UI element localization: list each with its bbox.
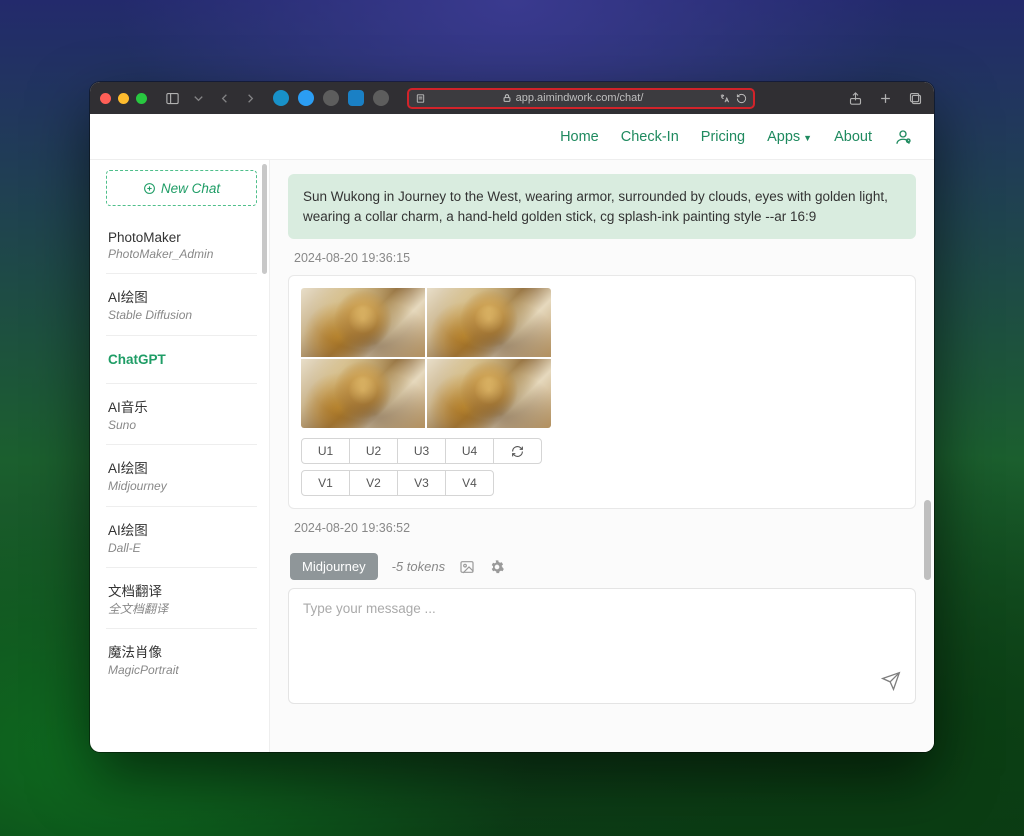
sidebar-item-title: 魔法肖像: [108, 641, 255, 661]
image-icon[interactable]: [459, 559, 475, 575]
app-navbar: Home Check-In Pricing Apps ▼ About: [90, 114, 934, 160]
sidebar-item-subtitle: Suno: [108, 418, 255, 432]
nav-apps[interactable]: Apps ▼: [767, 129, 812, 145]
share-icon[interactable]: [846, 89, 864, 107]
token-cost: -5 tokens: [392, 559, 445, 574]
sidebar-item-title: PhotoMaker: [108, 230, 255, 245]
app-body: New Chat PhotoMaker PhotoMaker_Admin AI绘…: [90, 160, 934, 752]
sidebar-item-subtitle: Stable Diffusion: [108, 308, 255, 322]
u3-button[interactable]: U3: [397, 438, 446, 464]
user-settings-icon[interactable]: [894, 128, 912, 146]
caret-down-icon: ▼: [803, 133, 812, 143]
browser-window: app.aimindwork.com/chat/ Home Check-: [90, 82, 934, 752]
sidebar-item-title: ChatGPT: [108, 352, 255, 367]
sidebar-item-title: AI绘图: [108, 286, 255, 306]
new-chat-button[interactable]: New Chat: [106, 170, 257, 206]
maximize-window-button[interactable]: [136, 93, 147, 104]
u2-button[interactable]: U2: [349, 438, 398, 464]
address-bar[interactable]: app.aimindwork.com/chat/: [407, 88, 755, 109]
sidebar-item-doc-translate[interactable]: 文档翻译 全文档翻译: [106, 568, 257, 629]
sidebar-item-suno[interactable]: AI音乐 Suno: [106, 384, 257, 445]
sidebar-item-photomaker[interactable]: PhotoMaker PhotoMaker_Admin: [106, 218, 257, 274]
v3-button[interactable]: V3: [397, 470, 446, 496]
sidebar-toggle-icon[interactable]: [163, 89, 181, 107]
sidebar-item-title: AI音乐: [108, 396, 255, 416]
back-button[interactable]: [215, 89, 233, 107]
generated-image-1[interactable]: [301, 288, 425, 357]
forward-button[interactable]: [241, 89, 259, 107]
v2-button[interactable]: V2: [349, 470, 398, 496]
u1-button[interactable]: U1: [301, 438, 350, 464]
user-prompt-text: Sun Wukong in Journey to the West, weari…: [303, 189, 888, 224]
sidebar-item-subtitle: Midjourney: [108, 479, 255, 493]
timestamp: 2024-08-20 19:36:52: [294, 521, 916, 535]
composer-meta: Midjourney -5 tokens: [288, 549, 916, 584]
v1-button[interactable]: V1: [301, 470, 350, 496]
sidebar: New Chat PhotoMaker PhotoMaker_Admin AI绘…: [90, 160, 270, 752]
nav-checkin[interactable]: Check-In: [621, 129, 679, 145]
close-window-button[interactable]: [100, 93, 111, 104]
translate-icon[interactable]: [719, 93, 730, 104]
sidebar-item-subtitle: MagicPortrait: [108, 663, 255, 677]
tab-favicon[interactable]: [273, 90, 289, 106]
variation-row: V1 V2 V3 V4: [301, 470, 903, 496]
generation-result-card: U1 U2 U3 U4 V1 V2 V3 V4: [288, 275, 916, 509]
reroll-button[interactable]: [493, 438, 542, 464]
sidebar-item-sd[interactable]: AI绘图 Stable Diffusion: [106, 274, 257, 335]
new-chat-label: New Chat: [161, 181, 220, 196]
plus-circle-icon: [143, 182, 156, 195]
generated-image-grid[interactable]: [301, 288, 551, 428]
sidebar-item-subtitle: Dall-E: [108, 541, 255, 555]
sidebar-item-midjourney[interactable]: AI绘图 Midjourney: [106, 445, 257, 506]
sidebar-item-dalle[interactable]: AI绘图 Dall-E: [106, 507, 257, 568]
tabs-overview-icon[interactable]: [906, 89, 924, 107]
chevron-down-icon[interactable]: [189, 89, 207, 107]
nav-home[interactable]: Home: [560, 129, 599, 145]
send-icon[interactable]: [881, 671, 901, 691]
reader-icon: [415, 93, 426, 104]
sidebar-item-subtitle: PhotoMaker_Admin: [108, 247, 255, 261]
lock-icon: [502, 93, 512, 103]
refresh-icon: [511, 445, 524, 458]
tab-favicon[interactable]: [348, 90, 364, 106]
nav-apps-label: Apps: [767, 129, 800, 145]
sidebar-item-title: 文档翻译: [108, 580, 255, 600]
desktop-wallpaper: app.aimindwork.com/chat/ Home Check-: [0, 0, 1024, 836]
reload-icon[interactable]: [736, 93, 747, 104]
generated-image-3[interactable]: [301, 359, 425, 428]
tab-favicon[interactable]: [323, 90, 339, 106]
user-prompt-bubble: Sun Wukong in Journey to the West, weari…: [288, 174, 916, 239]
message-input[interactable]: [289, 589, 915, 703]
url-text: app.aimindwork.com/chat/: [516, 92, 644, 104]
generated-image-4[interactable]: [427, 359, 551, 428]
upscale-row: U1 U2 U3 U4: [301, 438, 903, 464]
v4-button[interactable]: V4: [445, 470, 494, 496]
sidebar-item-title: AI绘图: [108, 457, 255, 477]
sidebar-item-chatgpt[interactable]: ChatGPT: [106, 336, 257, 384]
minimize-window-button[interactable]: [118, 93, 129, 104]
sidebar-item-subtitle: 全文档翻译: [108, 602, 255, 616]
browser-toolbar: app.aimindwork.com/chat/: [90, 82, 934, 114]
model-badge[interactable]: Midjourney: [290, 553, 378, 580]
gear-icon[interactable]: [489, 559, 505, 575]
new-tab-icon[interactable]: [876, 89, 894, 107]
sidebar-item-title: AI绘图: [108, 519, 255, 539]
nav-about[interactable]: About: [834, 129, 872, 145]
tab-favicons: [273, 90, 389, 106]
timestamp: 2024-08-20 19:36:15: [294, 251, 916, 265]
tab-favicon[interactable]: [298, 90, 314, 106]
tab-favicon[interactable]: [373, 90, 389, 106]
nav-pricing[interactable]: Pricing: [701, 129, 745, 145]
u4-button[interactable]: U4: [445, 438, 494, 464]
chat-main: Sun Wukong in Journey to the West, weari…: [270, 160, 934, 752]
sidebar-item-magicportrait[interactable]: 魔法肖像 MagicPortrait: [106, 629, 257, 689]
message-composer: [288, 588, 916, 704]
generated-image-2[interactable]: [427, 288, 551, 357]
window-controls: [100, 93, 147, 104]
